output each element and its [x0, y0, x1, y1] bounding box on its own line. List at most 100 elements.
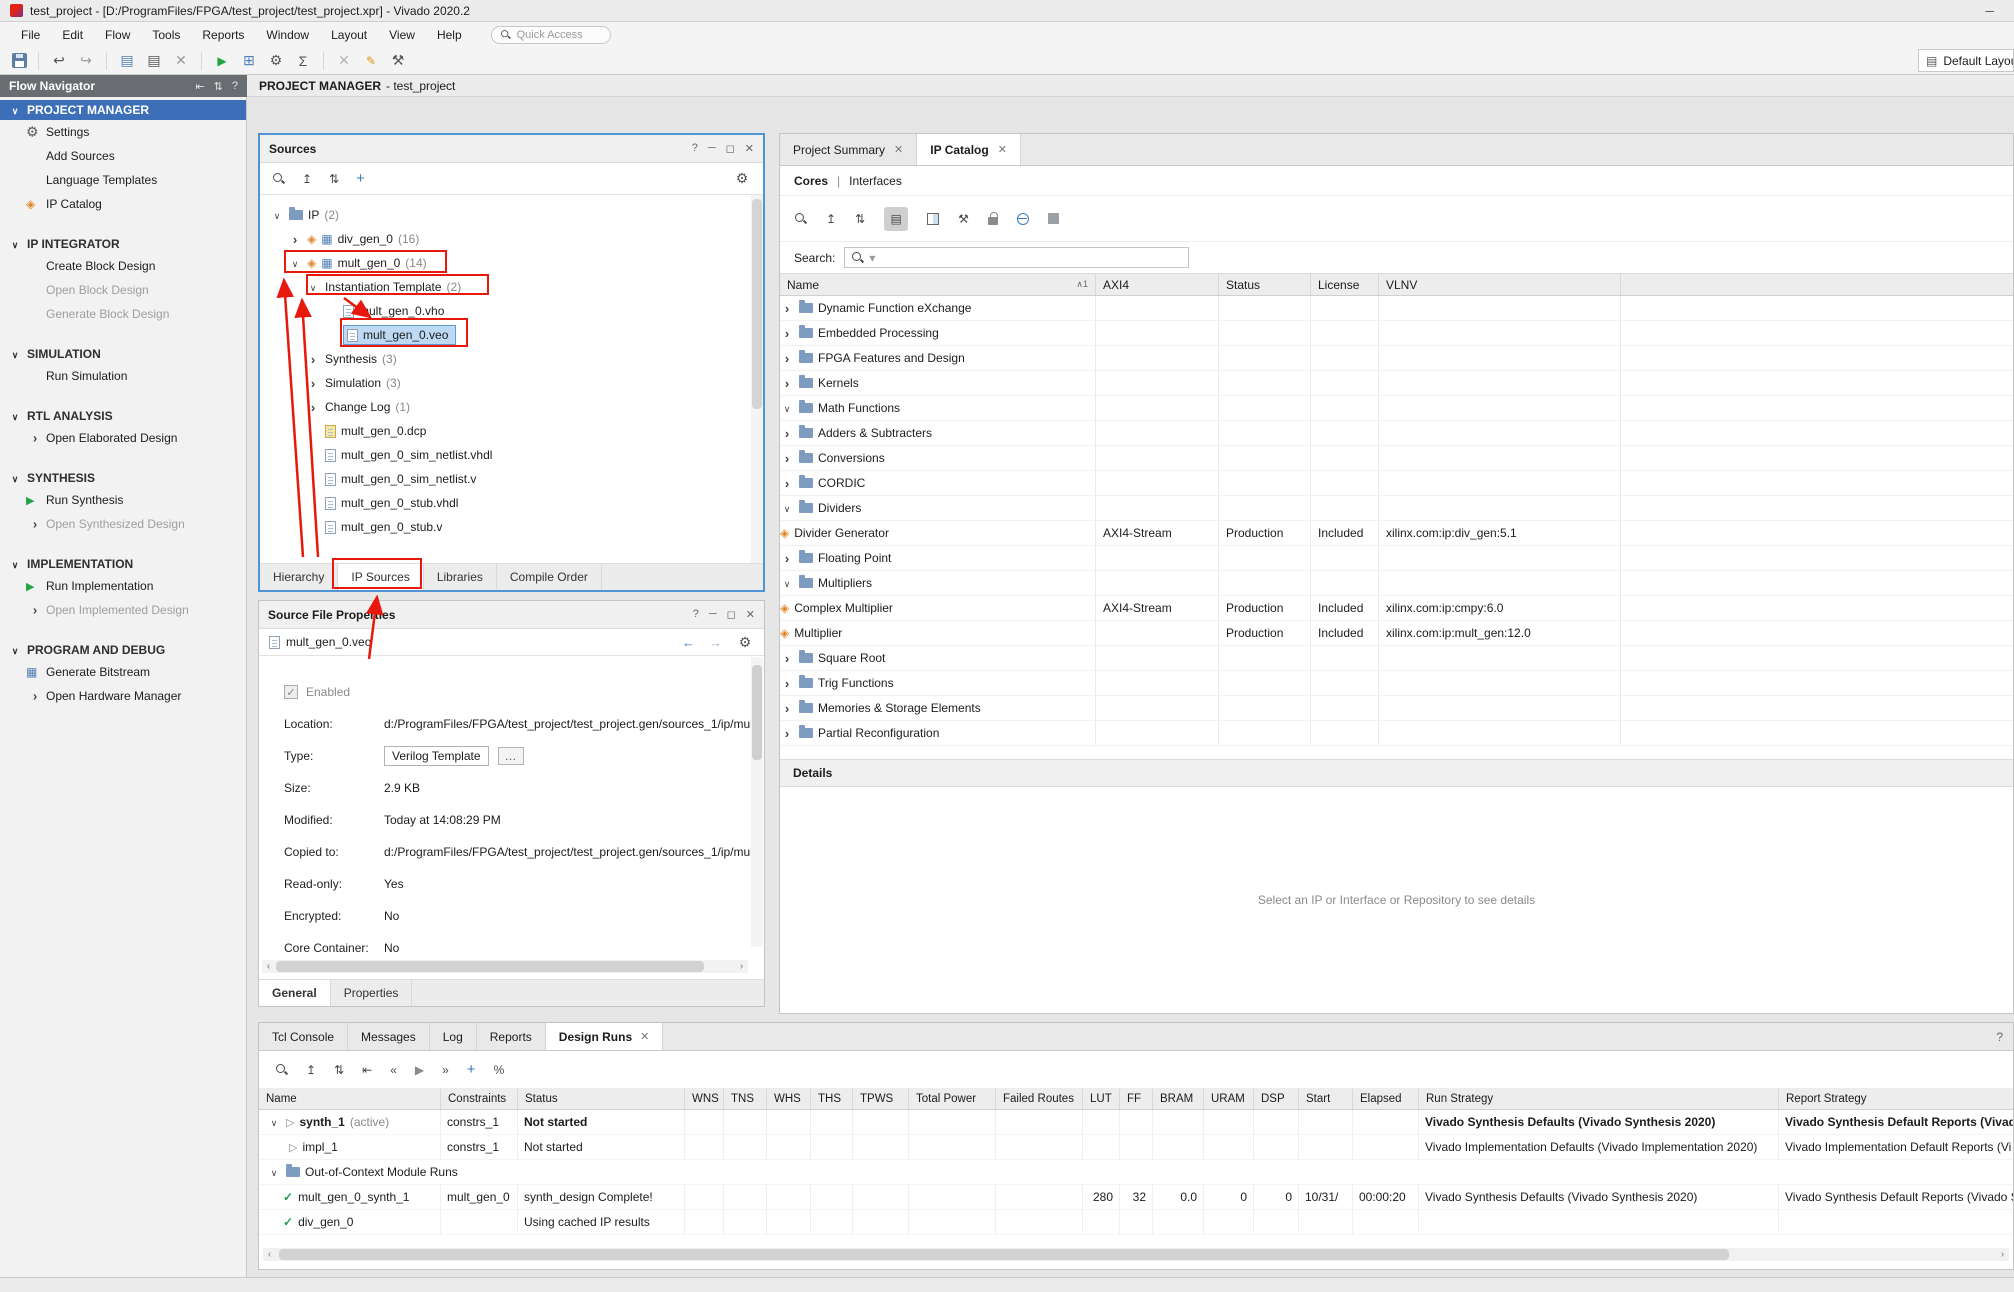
column-start[interactable]: Start [1299, 1089, 1353, 1109]
chevron-down-icon[interactable] [780, 401, 794, 415]
sidebar-item-run-simulation[interactable]: Run Simulation [0, 364, 246, 388]
minimize-icon[interactable]: ─ [708, 142, 716, 155]
column-dsp[interactable]: DSP [1254, 1089, 1299, 1109]
quick-access-search[interactable]: Quick Access [491, 26, 611, 44]
chevron-right-icon[interactable] [288, 232, 302, 247]
scrollbar-thumb[interactable] [279, 1249, 1729, 1260]
sidebar-section-rtl-analysis[interactable]: RTL ANALYSIS [0, 406, 246, 426]
ipc-row-complex-multiplier[interactable]: Complex Multiplier AXI4-Stream Productio… [780, 596, 2013, 621]
ipc-row-square-root[interactable]: Square Root [780, 646, 2013, 671]
tree-item-synthesis[interactable]: Synthesis (3) [260, 347, 763, 371]
chevron-right-icon[interactable] [306, 376, 320, 391]
fast-forward-icon[interactable]: » [442, 1063, 449, 1077]
column-uram[interactable]: URAM [1204, 1089, 1254, 1109]
tab-tcl-console[interactable]: Tcl Console [259, 1023, 348, 1050]
chevron-right-icon[interactable] [780, 701, 794, 716]
tab-ip-sources[interactable]: IP Sources [338, 564, 423, 590]
column-name[interactable]: Name [259, 1089, 441, 1109]
cores-link[interactable]: Cores [794, 174, 828, 188]
ipc-row-trig-functions[interactable]: Trig Functions [780, 671, 2013, 696]
search-icon[interactable] [275, 1063, 288, 1076]
dock-icon[interactable]: ⇤ [195, 80, 204, 93]
tab-compile-order[interactable]: Compile Order [497, 564, 602, 590]
copy-icon[interactable]: ▤ [145, 52, 163, 70]
tab-log[interactable]: Log [430, 1023, 477, 1050]
search-icon[interactable] [794, 212, 807, 225]
tree-item-mult-gen-0-vho[interactable]: mult_gen_0.vho [260, 299, 763, 323]
menu-layout[interactable]: Layout [320, 25, 378, 45]
ipc-row-partial-reconfiguration[interactable]: Partial Reconfiguration [780, 721, 2013, 746]
enabled-checkbox[interactable]: ✓ [284, 685, 298, 699]
ipc-row-embedded-processing[interactable]: Embedded Processing [780, 321, 2013, 346]
tree-item-change-log[interactable]: Change Log (1) [260, 395, 763, 419]
run-row-ooc-module-runs[interactable]: Out-of-Context Module Runs [259, 1160, 2013, 1185]
wrench-icon[interactable]: ⚒ [389, 52, 407, 70]
float-icon[interactable]: ◻ [727, 608, 736, 621]
back-icon[interactable]: ← [682, 635, 695, 650]
sidebar-item-language-templates[interactable]: Language Templates [0, 168, 246, 192]
chevron-right-icon[interactable] [780, 651, 794, 666]
horizontal-scrollbar[interactable]: ‹ › [262, 960, 748, 973]
sidebar-item-open-elaborated-design[interactable]: Open Elaborated Design [0, 426, 246, 450]
run-row-synth-1[interactable]: synth_1(active) constrs_1 Not started Vi… [259, 1110, 2013, 1135]
ipc-row-multiplier[interactable]: Multiplier Production Included xilinx.co… [780, 621, 2013, 646]
tree-item-div-gen-0[interactable]: div_gen_0 (16) [260, 227, 763, 251]
create-run-icon[interactable]: + [467, 1061, 476, 1078]
column-constraints[interactable]: Constraints [441, 1089, 518, 1109]
column-name[interactable]: Name ∧1 [780, 274, 1096, 295]
two-pane-view-icon[interactable] [927, 213, 939, 225]
dropdown-icon[interactable]: ▾ [869, 251, 875, 265]
cancel-icon[interactable]: ✕ [335, 52, 353, 70]
ipc-row-math-functions[interactable]: Math Functions [780, 396, 2013, 421]
chevron-down-icon[interactable] [780, 501, 794, 515]
menu-tools[interactable]: Tools [141, 25, 191, 45]
chevron-down-icon[interactable] [267, 1115, 281, 1129]
tree-item-ip[interactable]: IP (2) [260, 203, 763, 227]
chevron-down-icon[interactable] [267, 1165, 281, 1179]
sidebar-section-project-manager[interactable]: PROJECT MANAGER [0, 100, 246, 120]
column-ff[interactable]: FF [1120, 1089, 1153, 1109]
run-row-mult-gen-0-synth-1[interactable]: mult_gen_0_synth_1 mult_gen_0 synth_desi… [259, 1185, 2013, 1210]
scroll-right-icon[interactable]: › [1996, 1249, 2009, 1260]
layout-selector[interactable]: ▤ Default Layou [1918, 49, 2014, 72]
column-report-strategy[interactable]: Report Strategy [1779, 1089, 2013, 1109]
search-icon[interactable] [272, 172, 285, 185]
settings-icon[interactable]: ⚙ [267, 52, 285, 70]
chevron-right-icon[interactable] [306, 400, 320, 415]
customize-icon[interactable]: ⚒ [958, 212, 969, 226]
sum-icon[interactable]: Σ [294, 52, 312, 70]
chevron-right-icon[interactable] [780, 726, 794, 741]
tree-item-mult-gen-0[interactable]: mult_gen_0 (14) [260, 251, 763, 275]
tree-item-sim-netlist-vhdl[interactable]: mult_gen_0_sim_netlist.vhdl [260, 443, 763, 467]
delete-icon[interactable]: ✕ [172, 52, 190, 70]
chevron-down-icon[interactable] [270, 208, 284, 222]
ipc-row-memories-storage[interactable]: Memories & Storage Elements [780, 696, 2013, 721]
tab-general[interactable]: General [259, 980, 331, 1006]
jump-to-start-icon[interactable]: ⇤ [362, 1063, 372, 1077]
scroll-left-icon[interactable]: ‹ [263, 1249, 276, 1260]
rewind-icon[interactable]: « [390, 1063, 397, 1077]
interfaces-link[interactable]: Interfaces [849, 174, 902, 188]
tab-project-summary[interactable]: Project Summary ✕ [780, 134, 917, 165]
ipc-row-adders-subtracters[interactable]: Adders & Subtracters [780, 421, 2013, 446]
column-license[interactable]: License [1311, 274, 1379, 295]
scrollbar-thumb[interactable] [752, 665, 762, 760]
redo-icon[interactable]: ↪ [77, 52, 95, 70]
sidebar-item-open-block-design[interactable]: Open Block Design [0, 278, 246, 302]
menu-flow[interactable]: Flow [94, 25, 141, 45]
ipc-row-fpga-features[interactable]: FPGA Features and Design [780, 346, 2013, 371]
tab-reports[interactable]: Reports [477, 1023, 546, 1050]
chevron-right-icon[interactable] [780, 476, 794, 491]
scrollbar-thumb[interactable] [276, 961, 704, 972]
sidebar-item-run-implementation[interactable]: Run Implementation [0, 574, 246, 598]
forward-icon[interactable]: → [709, 635, 722, 650]
edit-pencil-icon[interactable]: ✎ [362, 52, 380, 70]
column-tpws[interactable]: TPWS [853, 1089, 909, 1109]
expand-all-icon[interactable]: ⇅ [855, 212, 865, 226]
tab-properties[interactable]: Properties [331, 980, 413, 1006]
vertical-scrollbar[interactable] [751, 195, 763, 563]
license-lock-icon[interactable] [988, 217, 998, 225]
scrollbar-thumb[interactable] [752, 199, 762, 409]
stop-icon[interactable] [1048, 213, 1059, 224]
close-icon[interactable]: ✕ [894, 143, 903, 156]
